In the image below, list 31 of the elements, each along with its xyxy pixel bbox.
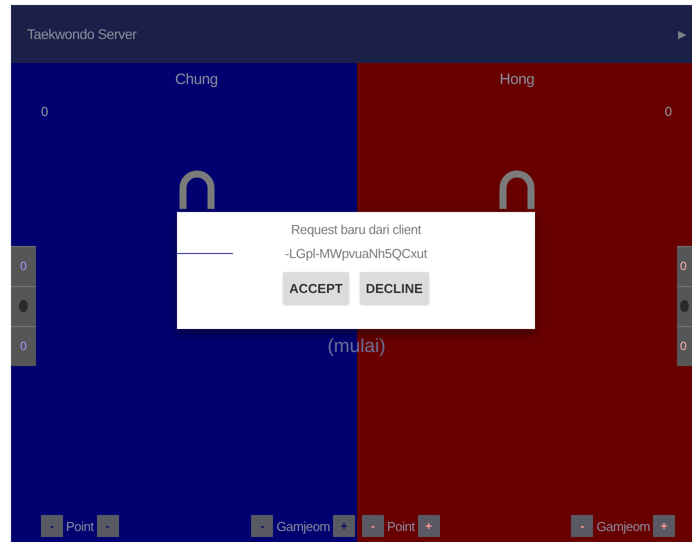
dialog-message: Request baru dari client [290,222,422,237]
score-value: 0 [664,104,673,119]
client-id: -LGpl-MWpvuaNh5QCxut [284,246,428,261]
plus-button[interactable]: - [96,515,119,537]
arc-drawing [178,169,216,209]
minus-button[interactable]: - [571,515,594,537]
side-tab[interactable]: 0 [677,326,692,366]
plus-button[interactable]: + [418,515,440,537]
circle-icon [680,300,689,312]
control-label: Gamjeom [596,518,650,534]
player-name: Hong [498,71,536,88]
dialog-button[interactable]: DECLINE [360,272,429,304]
app-title: Taekwondo Server [27,26,137,42]
side-tab[interactable]: 0 [11,246,36,286]
player-name: Chung [174,71,219,88]
side-tab[interactable] [11,286,36,326]
plus-button[interactable]: + [653,515,675,537]
side-tab[interactable]: 0 [11,326,36,366]
plus-button[interactable]: + [333,515,355,537]
control-label: Point [66,518,94,534]
control-label: Gamjeom [276,518,330,534]
minus-button[interactable]: - [41,515,63,537]
dialog-button[interactable]: ACCEPT [283,272,349,304]
circle-icon [19,300,28,312]
control-label: Point [387,518,415,534]
minus-button[interactable]: - [251,515,274,537]
minus-button[interactable]: - [362,515,384,537]
side-tab[interactable]: 0 [677,246,692,286]
score-value: 0 [40,104,50,119]
play-button[interactable]: ▶ [678,28,686,40]
arc-drawing [498,169,536,209]
